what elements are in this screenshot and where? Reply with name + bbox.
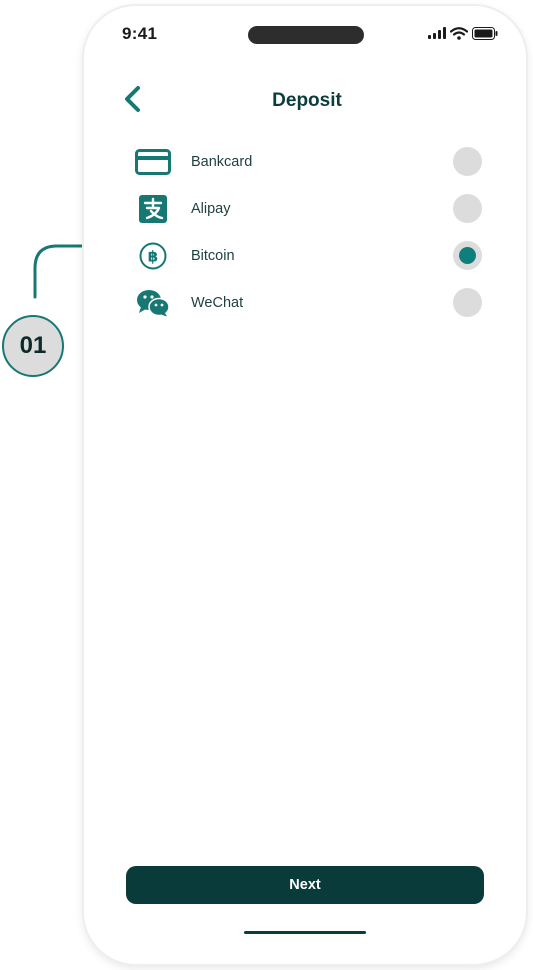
svg-text:฿: ฿ [148, 247, 158, 265]
battery-icon [472, 26, 498, 40]
callout-badge: 01 [2, 315, 64, 377]
status-time: 9:41 [122, 24, 158, 43]
next-button[interactable]: Next [126, 866, 484, 904]
credit-card-icon [132, 146, 174, 178]
radio-selected-dot [459, 247, 476, 264]
phone-frame: 9:41 Deposit Bankcard Alipay ฿ Bitcoin W… [84, 6, 526, 964]
option-wechat[interactable]: WeChat [132, 279, 482, 326]
page-title: Deposit [272, 90, 342, 111]
option-label-bitcoin: Bitcoin [191, 247, 235, 264]
option-label-bankcard: Bankcard [191, 153, 253, 170]
radio-wechat[interactable] [453, 288, 482, 317]
home-indicator [244, 931, 366, 934]
option-label-wechat: WeChat [191, 294, 244, 311]
radio-alipay[interactable] [453, 194, 482, 223]
dynamic-island [248, 26, 364, 44]
option-bitcoin[interactable]: ฿ Bitcoin [132, 232, 482, 279]
wifi-icon [450, 26, 468, 40]
screen: 01 9:41 Deposit Bankcard Alipay ฿ Bitcoi… [0, 0, 533, 970]
cellular-signal-icon [428, 27, 446, 39]
option-label-alipay: Alipay [191, 200, 231, 217]
status-icons [428, 26, 498, 40]
option-alipay[interactable]: Alipay [132, 185, 482, 232]
radio-bitcoin[interactable] [453, 241, 482, 270]
bitcoin-icon: ฿ [132, 240, 174, 272]
wechat-icon [132, 287, 174, 319]
payment-method-list: Bankcard Alipay ฿ Bitcoin WeChat [132, 138, 482, 326]
radio-bankcard[interactable] [453, 147, 482, 176]
alipay-icon [132, 193, 174, 225]
option-bankcard[interactable]: Bankcard [132, 138, 482, 185]
